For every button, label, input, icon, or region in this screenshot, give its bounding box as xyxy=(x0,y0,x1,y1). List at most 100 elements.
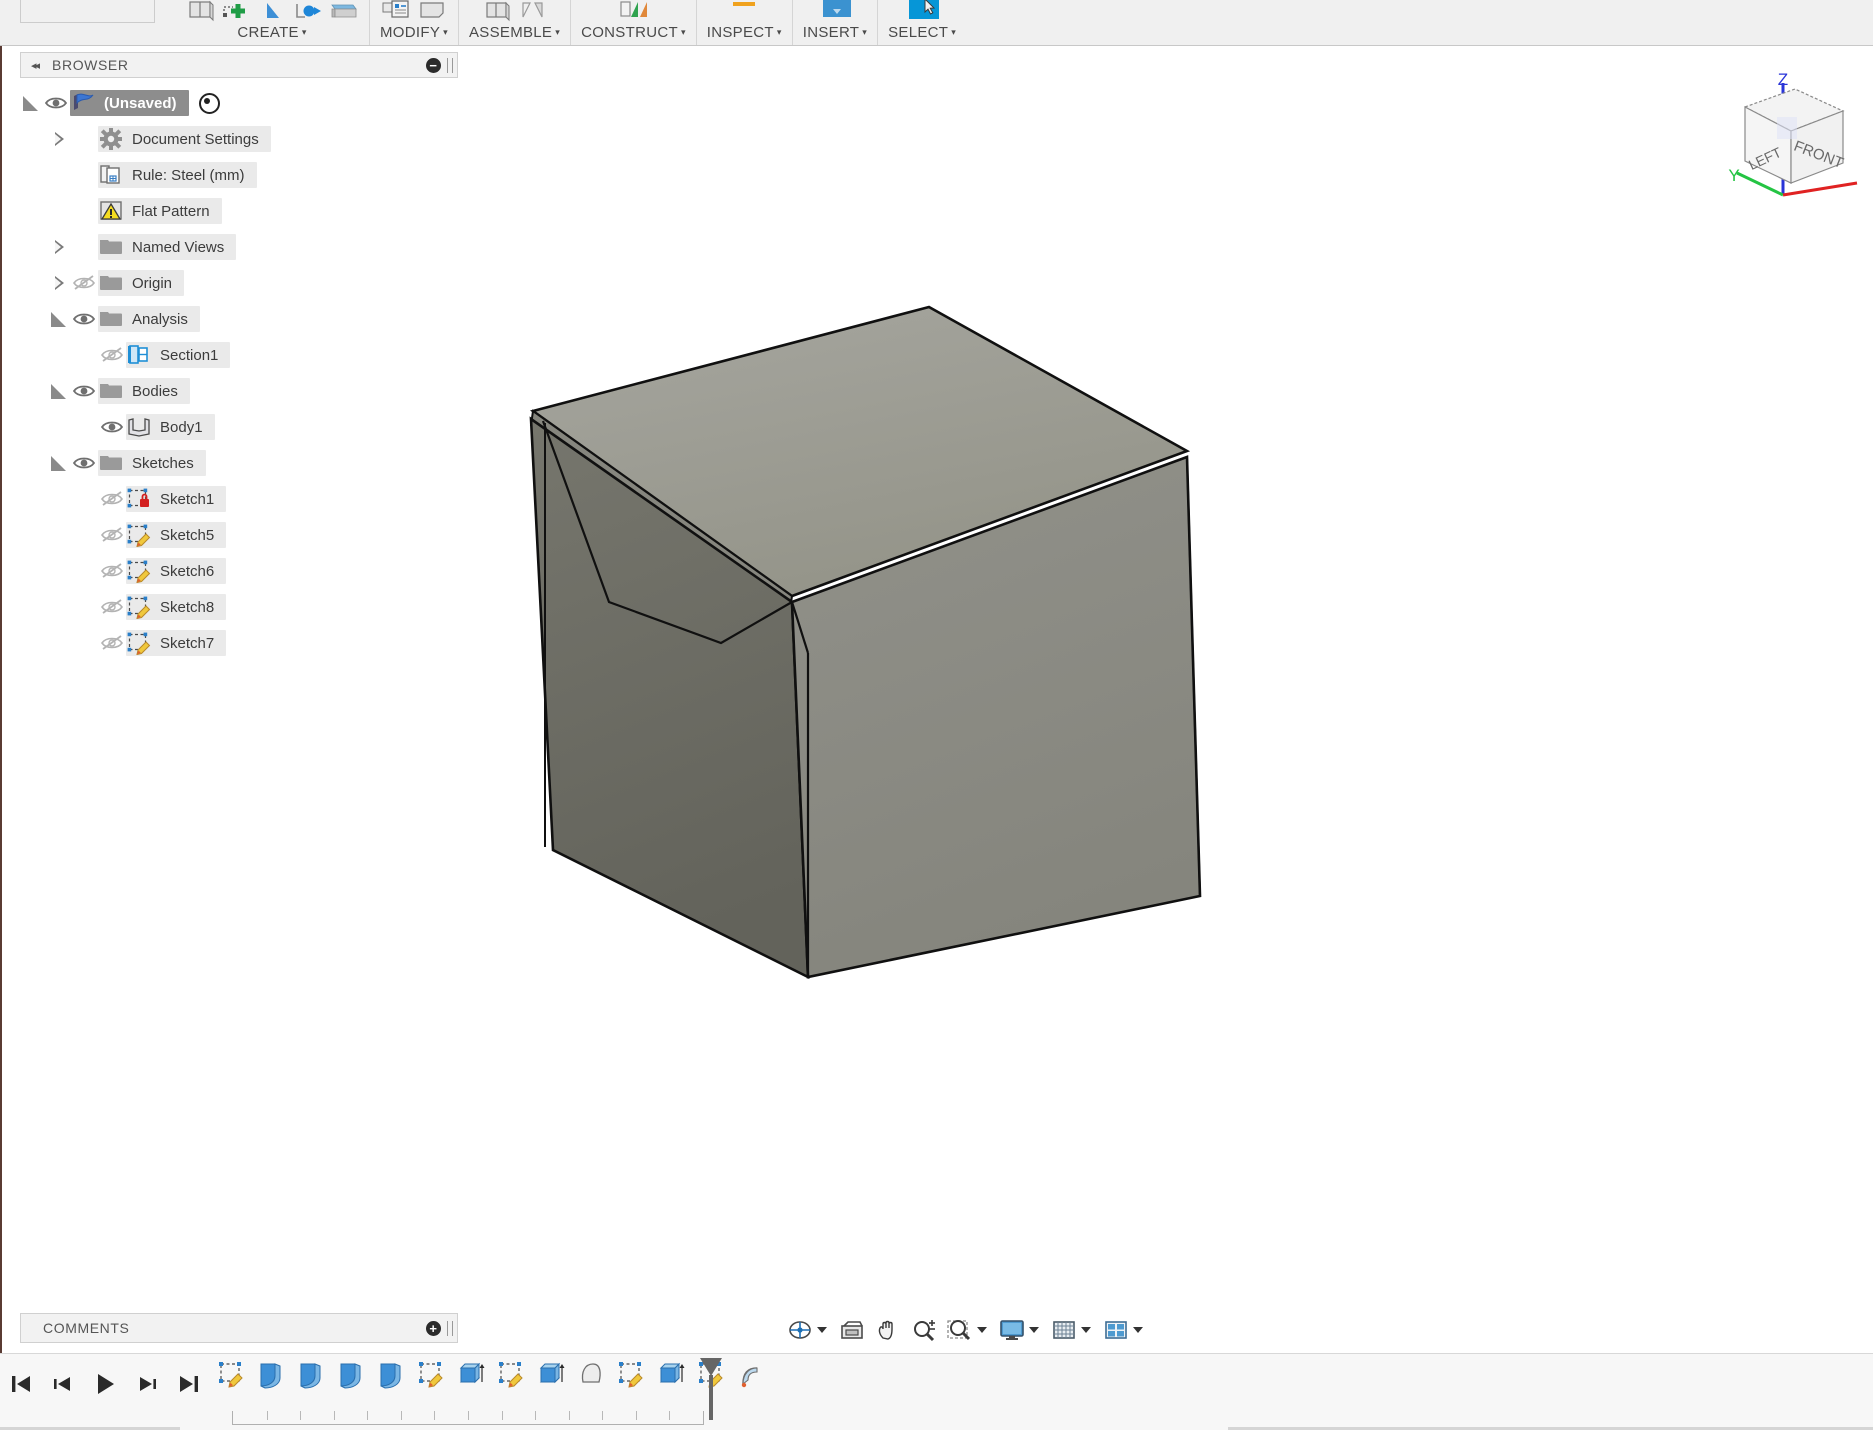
toolbar-group-insert-label[interactable]: INSERT▾ xyxy=(793,23,877,45)
eye-visible-icon[interactable] xyxy=(98,417,126,437)
tree-item-analysis[interactable]: Analysis xyxy=(20,301,458,337)
eye-hidden-icon[interactable] xyxy=(98,489,126,509)
tree-item-sketch8[interactable]: Sketch8 xyxy=(20,589,458,625)
sketch-feature-4[interactable] xyxy=(615,1360,649,1400)
toolbar-group-inspect-label[interactable]: INSPECT▾ xyxy=(697,23,792,45)
expand-arrow-closed-icon[interactable] xyxy=(48,128,70,150)
step-back-button[interactable] xyxy=(50,1371,76,1397)
drag-grip-icon[interactable] xyxy=(447,58,453,73)
joint-icon[interactable] xyxy=(518,0,548,23)
expand-arrow-open-icon[interactable] xyxy=(48,452,70,474)
tree-item-body[interactable]: Sketch8 xyxy=(126,594,226,620)
zoom-window-caret-icon[interactable] xyxy=(977,1327,987,1333)
tree-item-body[interactable]: Analysis xyxy=(98,306,200,332)
workspace-tab-placeholder[interactable] xyxy=(20,0,155,23)
bend-icon[interactable] xyxy=(257,0,287,23)
plus-circle-icon[interactable]: + xyxy=(426,1321,441,1336)
change-rule-icon[interactable] xyxy=(381,0,411,23)
tree-item-body[interactable]: Document Settings xyxy=(98,126,271,152)
tree-item-origin[interactable]: Origin xyxy=(20,265,458,301)
sketch-feature[interactable] xyxy=(215,1360,249,1400)
tree-item-sketch5[interactable]: Sketch5 xyxy=(20,517,458,553)
tree-item-bodies[interactable]: Bodies xyxy=(20,373,458,409)
sketch-feature-3[interactable] xyxy=(495,1360,529,1400)
tree-item-rule-steel-mm[interactable]: Rule: Steel (mm) xyxy=(20,157,458,193)
sheet-metal-box-body[interactable] xyxy=(531,307,1200,977)
tree-item-section1[interactable]: Section1 xyxy=(20,337,458,373)
toolbar-group-assemble-label[interactable]: ASSEMBLE▾ xyxy=(459,23,570,45)
3d-viewport[interactable]: Z Y LEFT FRONT xyxy=(459,47,1873,1330)
insert-derive-icon[interactable] xyxy=(820,0,850,23)
bend-feature[interactable] xyxy=(735,1360,769,1400)
minus-circle-icon[interactable]: − xyxy=(426,58,441,73)
tree-item-body[interactable]: Origin xyxy=(98,270,184,296)
view-cube[interactable]: Z Y LEFT FRONT xyxy=(1725,55,1865,205)
expand-arrow-open-icon[interactable] xyxy=(48,380,70,402)
eye-hidden-icon[interactable] xyxy=(98,597,126,617)
expand-arrow-closed-icon[interactable] xyxy=(48,272,70,294)
flange-feature-2[interactable] xyxy=(295,1360,329,1400)
tree-item-body[interactable]: Sketch5 xyxy=(126,522,226,548)
grid-snaps-icon[interactable] xyxy=(1047,1313,1081,1347)
zoom-window-icon[interactable] xyxy=(943,1313,977,1347)
tree-item-sketch6[interactable]: Sketch6 xyxy=(20,553,458,589)
expand-arrow-open-icon[interactable] xyxy=(20,92,42,114)
model-canvas[interactable] xyxy=(459,47,1873,1330)
tree-item-body[interactable]: Sketch7 xyxy=(126,630,226,656)
tree-item-body[interactable]: Flat Pattern xyxy=(98,198,222,224)
flange-feature-4[interactable] xyxy=(375,1360,409,1400)
extrude-feature-1[interactable] xyxy=(455,1360,489,1400)
tree-item-body[interactable]: Sketches xyxy=(98,450,206,476)
expand-arrow-closed-icon[interactable] xyxy=(48,236,70,258)
extrude-feature-2[interactable] xyxy=(535,1360,569,1400)
tree-item-body[interactable]: Section1 xyxy=(126,342,230,368)
rip-icon[interactable] xyxy=(329,0,359,23)
tree-item-body[interactable]: Sketch1 xyxy=(126,486,226,512)
tree-item-sketch1[interactable]: Sketch1 xyxy=(20,481,458,517)
tree-item-sketches[interactable]: Sketches xyxy=(20,445,458,481)
measure-icon[interactable] xyxy=(729,0,759,23)
eye-hidden-icon[interactable] xyxy=(98,345,126,365)
toolbar-group-construct-label[interactable]: CONSTRUCT▾ xyxy=(571,23,696,45)
display-settings-icon[interactable] xyxy=(995,1313,1029,1347)
tree-item-body[interactable]: Sketch6 xyxy=(126,558,226,584)
eye-hidden-icon[interactable] xyxy=(70,273,98,293)
drag-grip-icon[interactable] xyxy=(447,1321,453,1336)
tree-item-body1[interactable]: Body1 xyxy=(20,409,458,445)
toolbar-group-create-label[interactable]: CREATE▾ xyxy=(227,23,316,45)
flange-feature-3[interactable] xyxy=(335,1360,369,1400)
comments-panel-header[interactable]: COMMENTS + xyxy=(20,1313,458,1343)
tree-item-flat-pattern[interactable]: Flat Pattern xyxy=(20,193,458,229)
viewports-icon[interactable] xyxy=(1099,1313,1133,1347)
pan-hand-icon[interactable] xyxy=(871,1313,905,1347)
go-to-beginning-button[interactable] xyxy=(8,1371,34,1397)
toolbar-group-modify-label[interactable]: MODIFY▾ xyxy=(370,23,458,45)
grid-snaps-caret-icon[interactable] xyxy=(1081,1327,1091,1333)
extrude-feature-3[interactable] xyxy=(655,1360,689,1400)
sketch-feature-2[interactable] xyxy=(415,1360,449,1400)
activate-component-radio[interactable] xyxy=(199,93,220,114)
orbit-caret-icon[interactable] xyxy=(817,1327,827,1333)
tree-item-document-settings[interactable]: Document Settings xyxy=(20,121,458,157)
look-at-icon[interactable] xyxy=(835,1313,869,1347)
eye-visible-icon[interactable] xyxy=(42,93,70,113)
eye-hidden-icon[interactable] xyxy=(98,561,126,581)
tree-item-body[interactable]: Body1 xyxy=(126,414,215,440)
new-component-icon[interactable] xyxy=(482,0,512,23)
flange-icon[interactable] xyxy=(185,0,215,23)
expand-arrow-open-icon[interactable] xyxy=(48,308,70,330)
browser-header[interactable]: ◂◂ BROWSER − xyxy=(20,52,458,78)
zoom-icon[interactable] xyxy=(907,1313,941,1347)
tree-item-body[interactable]: Named Views xyxy=(98,234,236,260)
contour-flange-icon[interactable] xyxy=(221,0,251,23)
tree-item-body[interactable]: Bodies xyxy=(98,378,190,404)
unfold-icon[interactable] xyxy=(293,0,323,23)
tree-item-body[interactable]: (Unsaved) xyxy=(70,90,189,116)
double-left-arrow-icon[interactable]: ◂◂ xyxy=(31,59,38,72)
select-cursor-icon[interactable] xyxy=(907,0,937,23)
step-forward-button[interactable] xyxy=(134,1371,160,1397)
display-settings-caret-icon[interactable] xyxy=(1029,1327,1039,1333)
tree-item-unsaved[interactable]: (Unsaved) xyxy=(20,85,458,121)
flange-feature-1[interactable] xyxy=(255,1360,289,1400)
toolbar-group-select-label[interactable]: SELECT▾ xyxy=(878,23,966,45)
